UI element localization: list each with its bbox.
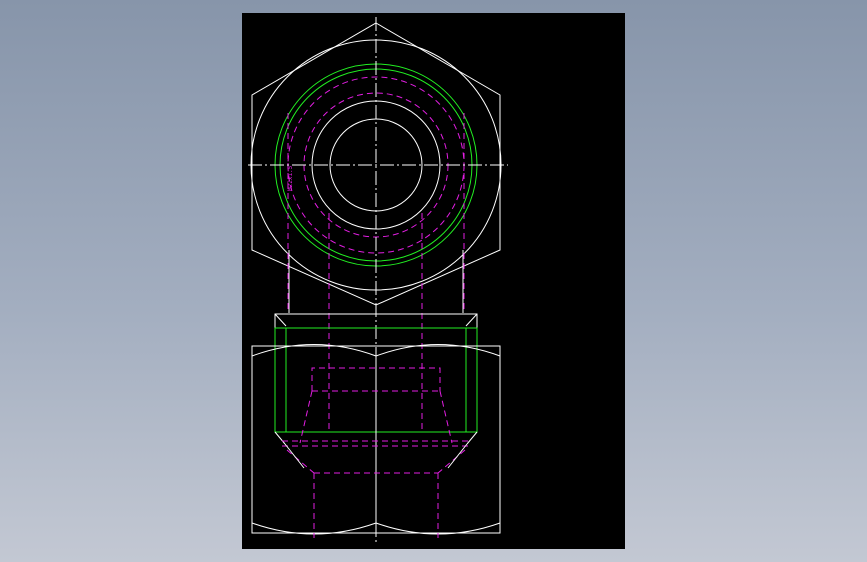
cad-drawing: M22x1.5 — [248, 17, 508, 543]
hidden-lower-taper-left — [286, 449, 315, 474]
hidden-lower-taper-right — [437, 449, 466, 474]
collar-chamfer-left — [274, 313, 287, 327]
cad-viewport[interactable]: M22x1.5 — [242, 13, 625, 549]
body-bottom-chamfer-left — [274, 431, 286, 445]
collar-chamfer-right — [465, 313, 478, 327]
hidden-taper-right — [439, 390, 453, 444]
hidden-taper-left — [299, 390, 313, 444]
hex-lower-chamfer-right — [447, 443, 468, 469]
hex-lower-chamfer-left — [284, 443, 305, 469]
body-bottom-chamfer-right — [466, 431, 478, 445]
top-view: M22x1.5 — [248, 17, 508, 543]
